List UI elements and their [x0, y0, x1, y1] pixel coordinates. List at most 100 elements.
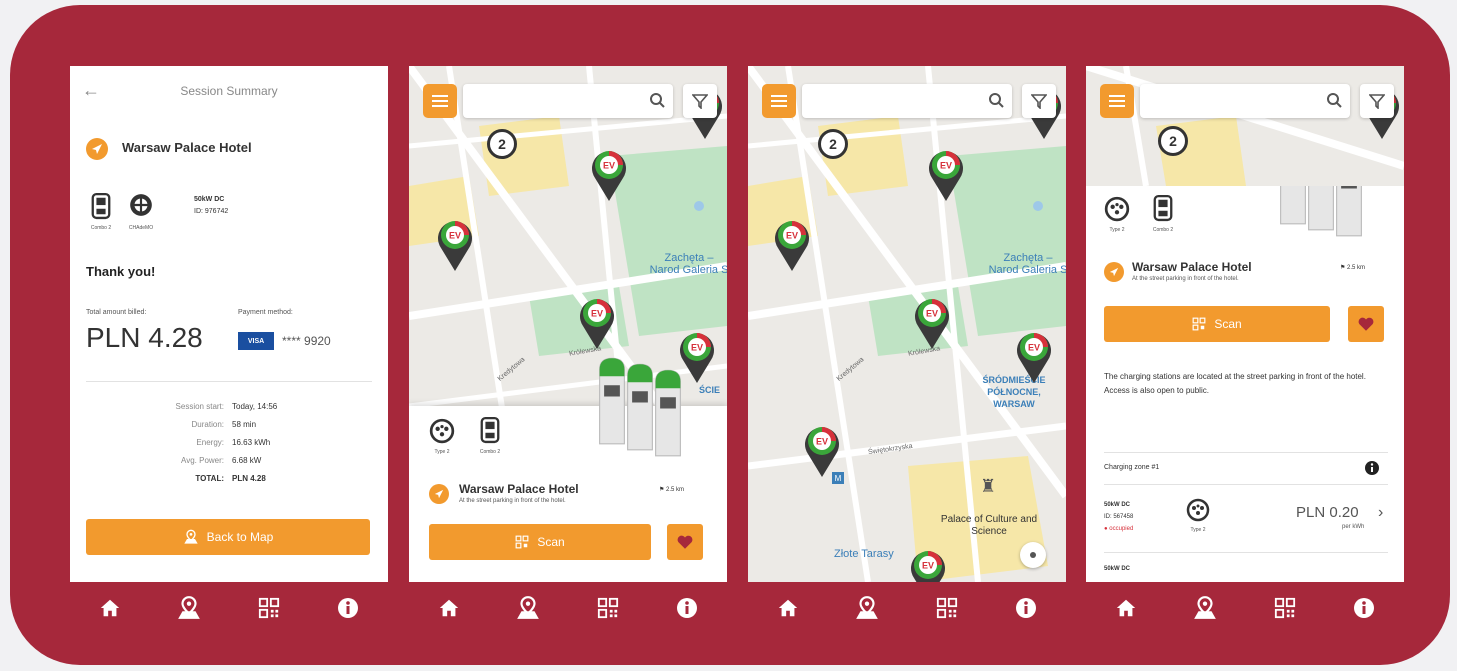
zone-label: Charging zone #1 — [1104, 464, 1160, 471]
info-icon — [675, 596, 699, 620]
hamburger-icon — [1109, 95, 1125, 107]
filter-button[interactable] — [1022, 84, 1056, 118]
nav-map[interactable] — [169, 588, 209, 628]
nav-scan[interactable] — [588, 588, 628, 628]
search-icon — [650, 93, 665, 108]
type2-icon — [1104, 196, 1130, 222]
nav-info[interactable] — [1344, 588, 1384, 628]
location-name: Warsaw Palace Hotel — [122, 140, 252, 155]
cluster-marker[interactable]: 2 — [487, 129, 517, 159]
combo2-icon — [90, 192, 112, 220]
info-icon — [336, 596, 360, 620]
connector-combo2: Combo 2 — [479, 416, 501, 455]
location-icon — [86, 138, 108, 160]
nav-home[interactable] — [768, 588, 808, 628]
location-icon — [429, 484, 449, 504]
nav-home[interactable] — [429, 588, 469, 628]
price-unit: per kWh — [1342, 524, 1365, 530]
search-input[interactable] — [463, 84, 673, 118]
home-icon — [777, 597, 799, 619]
nav-info[interactable] — [667, 588, 707, 628]
map-view[interactable]: Zachęta – Narod Galeria S Kredytowa Król… — [748, 66, 1066, 582]
back-to-map-button[interactable]: Back to Map — [86, 519, 370, 555]
detail-row: Session start: Today, 14:56 — [175, 402, 278, 411]
chademo-icon — [128, 192, 154, 218]
ev-pin-icon[interactable] — [772, 216, 812, 272]
map-streets — [748, 66, 1066, 582]
station-title: Warsaw Palace Hotel — [459, 482, 579, 496]
connector-chademo: CHAdeMO — [128, 192, 154, 231]
filter-icon — [1369, 94, 1385, 109]
price: PLN 0.20 — [1296, 504, 1359, 521]
map-label-district: ŚCIE — [699, 385, 721, 395]
ev-pin-icon[interactable] — [589, 146, 629, 202]
map-pin-icon — [176, 595, 202, 621]
bottom-nav — [409, 582, 727, 634]
ev-pin-icon[interactable] — [926, 146, 966, 202]
connector-combo2: Combo 2 — [1152, 194, 1174, 233]
favorite-button[interactable] — [667, 524, 703, 560]
nav-info[interactable] — [1006, 588, 1046, 628]
nav-scan[interactable] — [927, 588, 967, 628]
locate-me-button[interactable] — [1020, 542, 1046, 568]
bottom-nav — [748, 582, 1066, 634]
nav-home[interactable] — [1106, 588, 1146, 628]
hamburger-icon — [771, 95, 787, 107]
qr-code-icon — [258, 597, 280, 619]
nav-map[interactable] — [508, 588, 548, 628]
info-icon[interactable] — [1364, 460, 1380, 476]
search-input[interactable] — [802, 84, 1012, 118]
ev-pin-icon[interactable] — [1014, 328, 1054, 384]
scan-button[interactable]: Scan — [429, 524, 651, 560]
map-label-zacheta: Zachęta – Narod Galeria S — [649, 252, 727, 276]
filter-button[interactable] — [683, 84, 717, 118]
combo2-icon — [1152, 194, 1174, 222]
amount-value: PLN 4.28 — [86, 322, 203, 353]
status-badge: ● occupied — [1104, 526, 1134, 532]
cluster-marker[interactable]: 2 — [1158, 126, 1188, 156]
divider — [1104, 552, 1388, 553]
connector-type2: Type 2 — [429, 418, 455, 455]
info-icon — [1352, 596, 1376, 620]
station-subtitle: At the street parking in front of the ho… — [1132, 276, 1239, 282]
nav-map[interactable] — [1185, 588, 1225, 628]
station-card[interactable]: Type 2 Combo 2 Warsaw Palace Hotel At th… — [409, 406, 727, 582]
heart-icon — [1357, 315, 1375, 333]
ev-pin-icon[interactable] — [435, 216, 475, 272]
menu-button[interactable] — [423, 84, 457, 118]
nav-scan[interactable] — [249, 588, 289, 628]
nav-scan[interactable] — [1265, 588, 1305, 628]
divider — [86, 381, 372, 382]
scan-button[interactable]: Scan — [1104, 306, 1330, 342]
map-pin-icon — [854, 595, 880, 621]
divider — [1104, 484, 1388, 485]
detail-row: Avg. Power: 6.68 kW — [181, 456, 262, 465]
search-input[interactable] — [1140, 84, 1350, 118]
station-id: ID: 976742 — [194, 208, 229, 215]
station-details-panel: Type 2 Combo 2 Warsaw Palace Hotel At th… — [1086, 186, 1404, 582]
menu-button[interactable] — [762, 84, 796, 118]
connector-type2: Type 2 — [1186, 498, 1210, 533]
charger-row[interactable]: 50kW DC ID: 567458 ● occupied Type 2 PLN… — [1086, 486, 1404, 552]
qr-code-icon — [515, 535, 529, 549]
ev-pin-icon[interactable] — [577, 294, 617, 350]
qr-code-icon — [936, 597, 958, 619]
nav-map[interactable] — [847, 588, 887, 628]
nav-home[interactable] — [90, 588, 130, 628]
map-pin-icon — [183, 529, 199, 545]
ev-pin-icon[interactable] — [802, 422, 842, 478]
map-screen: Zachęta – Narod Galeria S Kredytowa Król… — [748, 66, 1066, 634]
search-icon — [989, 93, 1004, 108]
divider — [1104, 452, 1388, 453]
ev-pin-icon[interactable] — [908, 546, 948, 582]
favorite-button[interactable] — [1348, 306, 1384, 342]
qr-code-icon — [1274, 597, 1296, 619]
search-icon — [1327, 93, 1342, 108]
menu-button[interactable] — [1100, 84, 1134, 118]
nav-info[interactable] — [328, 588, 368, 628]
charger-row-power: 50kW DC — [1104, 566, 1131, 572]
ev-pin-icon[interactable] — [912, 294, 952, 350]
cluster-marker[interactable]: 2 — [818, 129, 848, 159]
home-icon — [99, 597, 121, 619]
filter-button[interactable] — [1360, 84, 1394, 118]
